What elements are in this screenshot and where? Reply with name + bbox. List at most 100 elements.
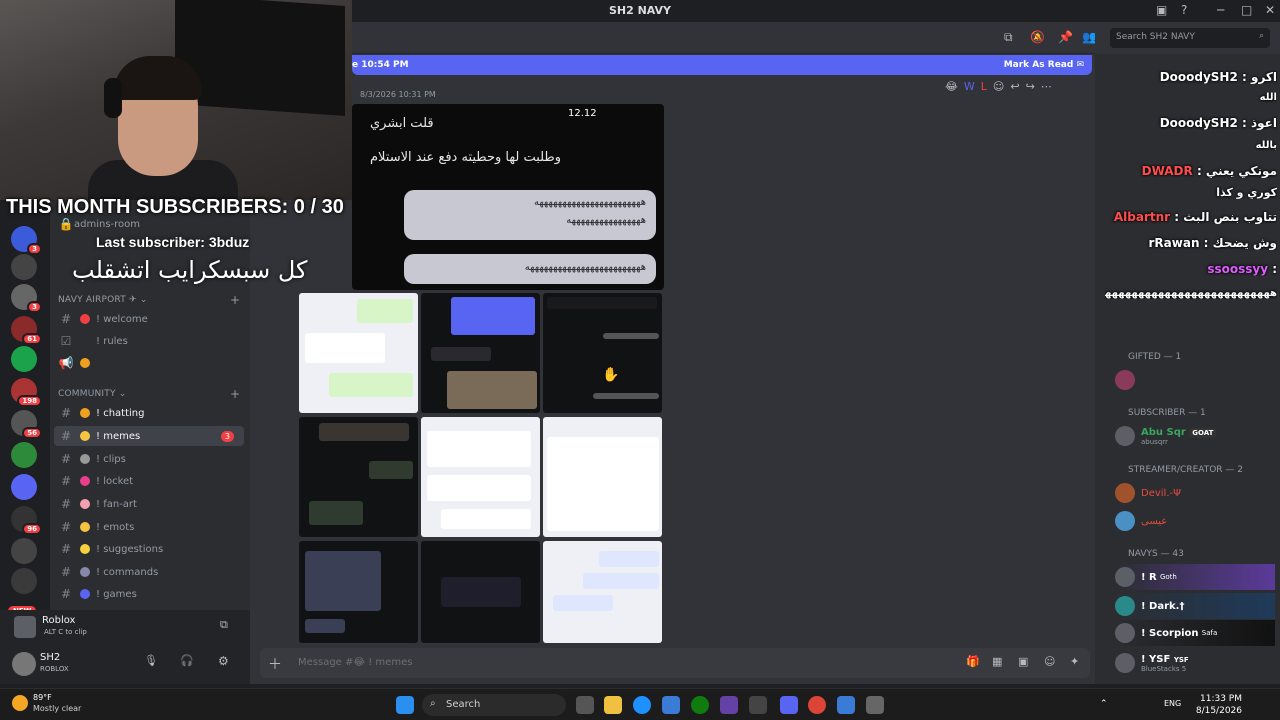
add-reaction-icon[interactable]: ☺ — [993, 80, 1010, 93]
emoji-picker-icon[interactable]: ☺ — [1044, 655, 1055, 668]
image-attachment-main[interactable]: 12.12 قلت ابشري وطلبت لها وحطيته دفع عند… — [352, 104, 664, 290]
language-indicator[interactable]: ENG — [1164, 699, 1181, 708]
server-icon[interactable] — [11, 474, 37, 500]
image-text-bubble: هههههههههههههههههههههههههه — [404, 254, 656, 284]
gif-icon[interactable]: ▦ — [992, 655, 1002, 668]
server-icon[interactable]: 56 — [11, 410, 42, 439]
channel-emots[interactable]: #! emots — [54, 517, 244, 537]
clock[interactable]: 11:33 PM 8/15/2026 — [1196, 693, 1242, 717]
taskbar-search[interactable]: ⌕ Search — [422, 694, 566, 716]
mic-icon[interactable]: 🎙 — [144, 654, 158, 667]
stream-chat-line: : ssoossyy — [1207, 262, 1277, 276]
store-icon[interactable] — [662, 696, 680, 714]
stream-chat-line: مونكي يعني : DWADR — [1141, 164, 1277, 178]
stream-icon[interactable]: ⧉ — [220, 618, 228, 632]
member-item[interactable]: ! R Goth — [1115, 564, 1275, 590]
member-item[interactable]: عيسى — [1115, 508, 1275, 534]
apps-icon[interactable]: ✦ — [1070, 655, 1079, 668]
channel-locket[interactable]: #! locket — [54, 471, 244, 491]
mark-as-read-button[interactable]: Mark As Read ✉ — [1004, 60, 1084, 70]
category-community[interactable]: COMMUNITY ⌄ + — [58, 387, 240, 401]
more-icon[interactable]: ⋯ — [1041, 80, 1058, 93]
settings-icon[interactable]: ⚙ — [218, 654, 229, 668]
avatar[interactable] — [12, 652, 36, 676]
server-icon[interactable] — [11, 568, 37, 594]
server-icon[interactable]: 96 — [11, 506, 42, 535]
new-messages-bar[interactable]: e 10:54 PM Mark As Read ✉ — [352, 55, 1092, 75]
image-attachment[interactable] — [543, 293, 662, 413]
app-icon[interactable] — [837, 696, 855, 714]
image-attachment[interactable] — [299, 541, 418, 643]
image-attachment[interactable] — [421, 417, 540, 537]
server-icon[interactable] — [11, 442, 37, 468]
l-reaction-icon[interactable]: L — [981, 80, 993, 93]
channel-clips[interactable]: #! clips — [54, 449, 244, 469]
gift-icon[interactable]: 🎁 — [966, 655, 980, 668]
mute-icon[interactable]: 🔕 — [1030, 30, 1045, 44]
channel-rules[interactable]: ☑! rules — [54, 331, 244, 351]
channel-label: fan-art — [103, 498, 137, 510]
channel-memes[interactable]: #! memes 3 — [54, 426, 244, 446]
edge-icon[interactable] — [633, 696, 651, 714]
member-item[interactable] — [1115, 367, 1275, 393]
chrome-icon[interactable] — [808, 696, 826, 714]
twitch-icon[interactable] — [720, 696, 738, 714]
threads-icon[interactable]: ⧉ — [1004, 30, 1013, 45]
avatar — [1115, 623, 1135, 643]
close-icon[interactable]: ✕ — [1265, 3, 1275, 17]
headphones-icon[interactable]: 🎧 — [180, 654, 194, 667]
sticker-icon[interactable]: ▣ — [1018, 655, 1028, 668]
channel-suggestions[interactable]: #! suggestions — [54, 539, 244, 559]
help-icon[interactable]: ? — [1181, 3, 1187, 17]
add-channel-icon[interactable]: + — [230, 387, 240, 401]
server-icon[interactable]: 61 — [11, 316, 42, 345]
channel-games[interactable]: #! games — [54, 584, 244, 604]
channel-welcome[interactable]: #! welcome — [54, 309, 244, 329]
member-item[interactable]: ! Scorpion Safa — [1115, 620, 1275, 646]
member-tag: Safa — [1201, 629, 1218, 637]
channel-chatting[interactable]: #! chatting — [54, 403, 244, 423]
category-navy-airport[interactable]: NAVY AIRPORT ✈ ⌄ + — [58, 293, 240, 307]
reply-icon[interactable]: ↩ — [1010, 80, 1025, 93]
image-attachment[interactable] — [299, 417, 418, 537]
w-reaction-icon[interactable]: W — [964, 80, 981, 93]
server-icon[interactable] — [11, 346, 37, 372]
laugh-reaction-icon[interactable]: 😂 — [945, 80, 964, 93]
minimize-icon[interactable]: ─ — [1217, 3, 1224, 17]
server-icon[interactable] — [11, 254, 37, 280]
maximize-icon[interactable]: □ — [1241, 3, 1252, 17]
member-item[interactable]: ! Dark.† — [1115, 593, 1275, 619]
channel-announcements[interactable]: 📢 — [54, 353, 244, 373]
inbox-icon[interactable]: ▣ — [1156, 3, 1167, 17]
add-channel-icon[interactable]: + — [230, 293, 240, 307]
task-view-icon[interactable] — [576, 696, 594, 714]
pin-icon[interactable]: 📌 — [1058, 30, 1073, 44]
message-composer[interactable]: ＋ Message #😂 ! memes 🎁 ▦ ▣ ☺ ✦ — [260, 648, 1090, 678]
image-attachment[interactable] — [421, 293, 540, 413]
server-icon[interactable]: 198 — [11, 378, 42, 407]
activity-game: Roblox — [42, 615, 76, 626]
server-icon[interactable]: 3 — [11, 226, 42, 255]
image-attachment[interactable] — [543, 541, 662, 643]
image-attachment[interactable] — [421, 541, 540, 643]
server-icon[interactable] — [11, 538, 37, 564]
settings-icon[interactable] — [866, 696, 884, 714]
search-input[interactable]: Search SH2 NAVY ⌕ — [1110, 28, 1270, 48]
start-icon[interactable] — [396, 696, 414, 714]
member-item[interactable]: ! YSF YSF BlueStacks 5 — [1115, 650, 1275, 676]
server-icon[interactable]: 3 — [11, 284, 42, 313]
app-icon[interactable] — [749, 696, 767, 714]
discord-icon[interactable] — [780, 696, 798, 714]
add-attachment-icon[interactable]: ＋ — [268, 654, 282, 674]
member-item[interactable]: Devil.-Ψ — [1115, 480, 1275, 506]
file-explorer-icon[interactable] — [604, 696, 622, 714]
xbox-icon[interactable] — [691, 696, 709, 714]
tray-chevron-icon[interactable]: ⌃ — [1100, 699, 1108, 709]
channel-fan-art[interactable]: #! fan-art — [54, 494, 244, 514]
channel-commands[interactable]: #! commands — [54, 562, 244, 582]
member-item[interactable]: Abu Sqr GOAT abusqrr — [1115, 423, 1275, 449]
image-attachment[interactable] — [299, 293, 418, 413]
image-attachment[interactable] — [543, 417, 662, 537]
message-input[interactable]: Message #😂 ! memes — [298, 657, 412, 668]
forward-icon[interactable]: ↪ — [1026, 80, 1041, 93]
